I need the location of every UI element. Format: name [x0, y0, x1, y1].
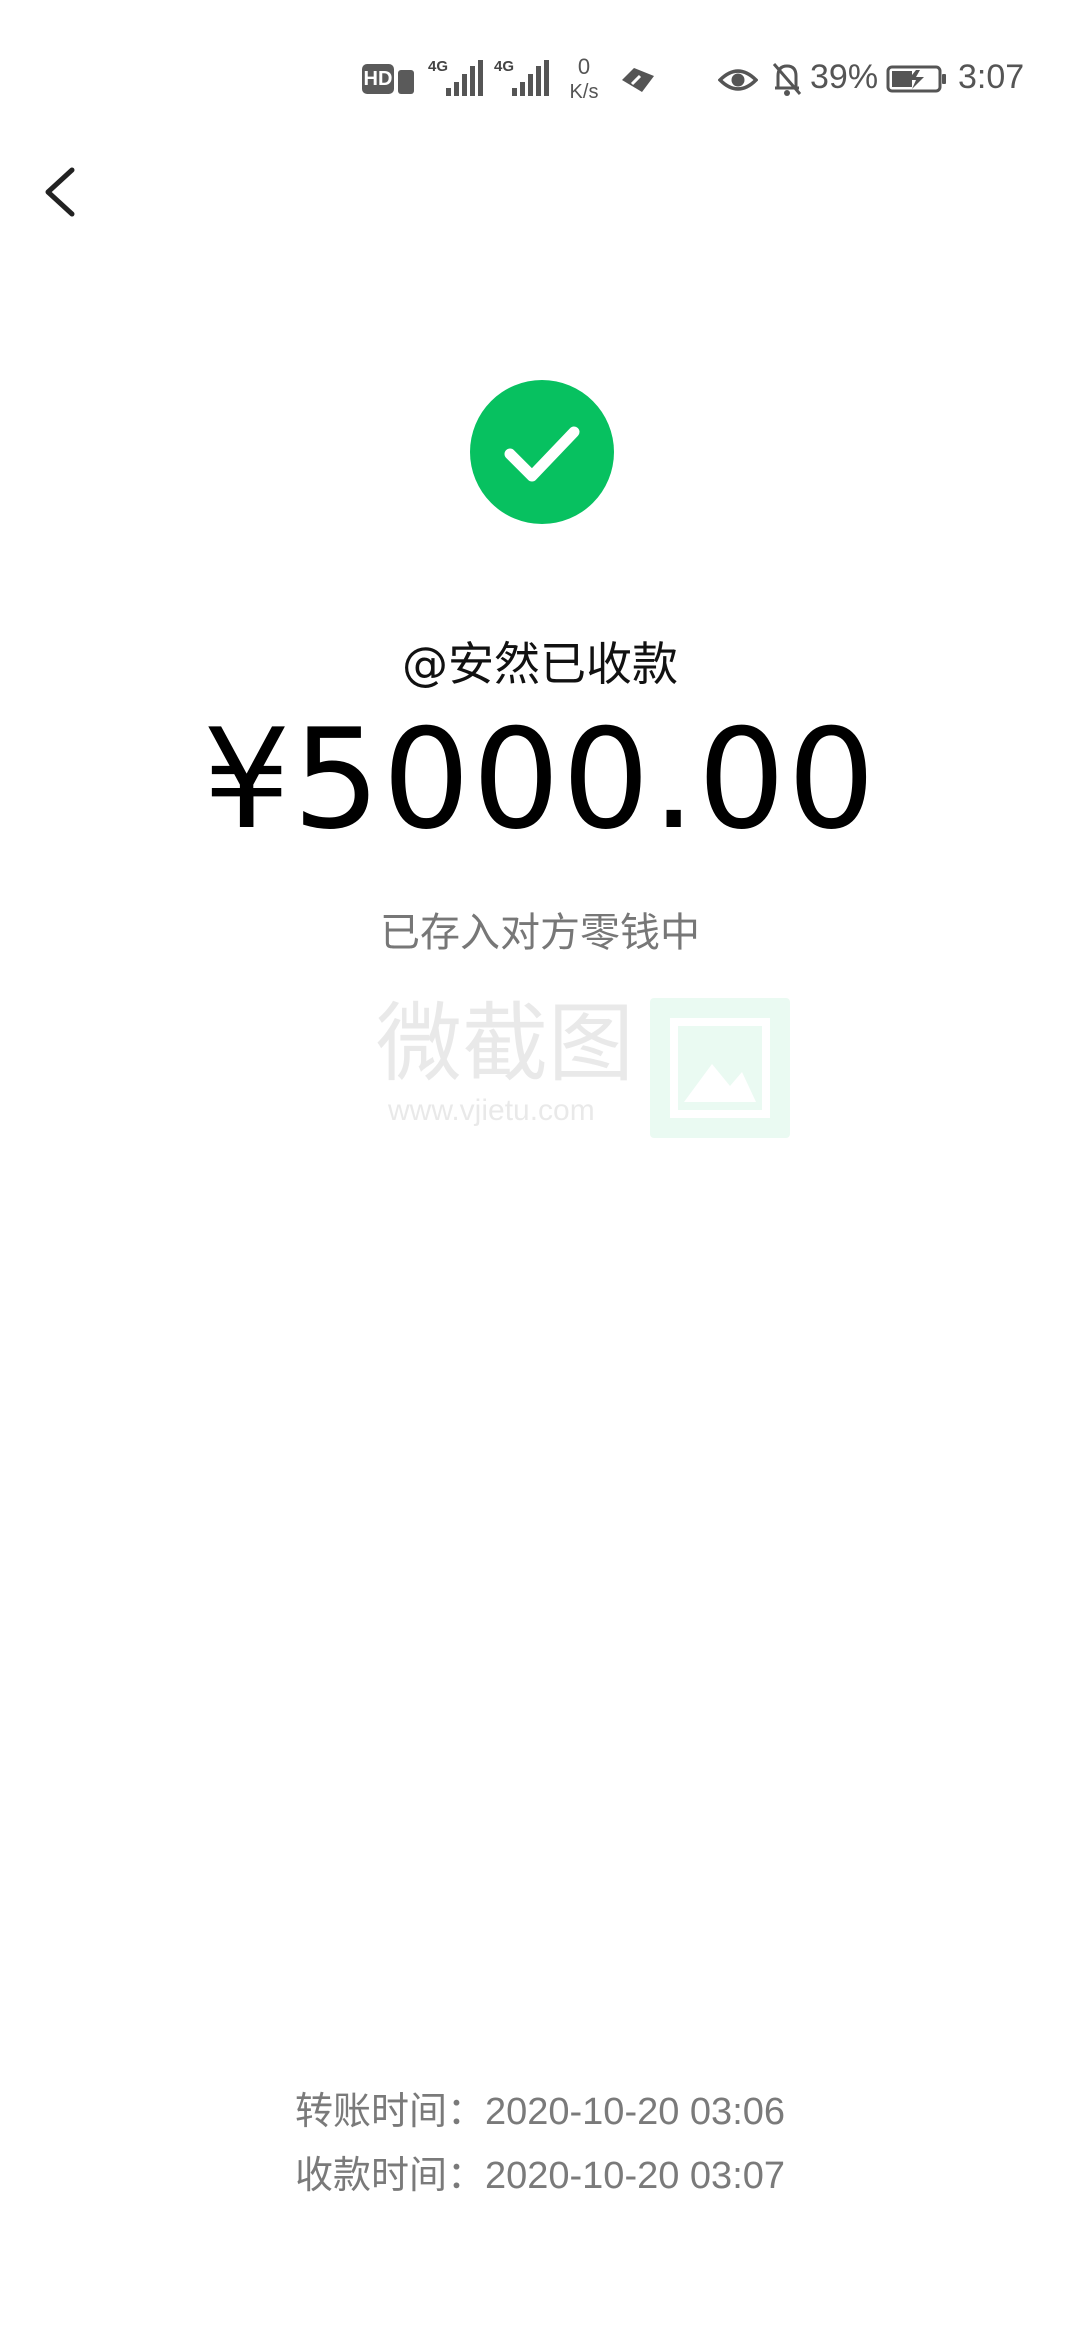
watermark-logo-icon	[650, 998, 790, 1138]
net-speed-unit: K/s	[569, 81, 599, 103]
battery-percentage: 39%	[810, 58, 879, 96]
watermark-text: 微截图	[376, 994, 634, 1094]
nfc-icon	[622, 68, 654, 92]
check-circle-icon	[470, 380, 614, 524]
watermark: 微截图 www.vjietu.com	[376, 994, 796, 1140]
transfer-amount: ¥5000.00	[202, 699, 878, 860]
image-frame-icon	[670, 1018, 770, 1118]
receive-time-value: 2020-10-20 03:07	[484, 2155, 786, 2197]
deposit-note: 已存入对方零钱中	[380, 910, 700, 956]
net-speed-value: 0	[577, 54, 591, 79]
signal-1-label: 4G	[428, 58, 449, 75]
payee-received-text: @安然已收款	[402, 637, 678, 691]
back-button[interactable]	[36, 160, 84, 224]
signal-2-label: 4G	[494, 58, 515, 75]
transfer-time-value: 2020-10-20 03:06	[484, 2091, 786, 2133]
transfer-time-label: 转账时间：	[294, 2091, 485, 2133]
signal-icon-2: 4G	[494, 58, 552, 98]
transaction-times: 转账时间：2020-10-20 03:06 收款时间：2020-10-20 03…	[0, 2080, 1080, 2208]
checkmark-icon	[504, 426, 580, 482]
status-clock: 3:07	[958, 58, 1025, 96]
sim-icon	[398, 70, 414, 94]
receive-time-label: 收款时间：	[294, 2155, 485, 2197]
net-speed: 0 K/s	[560, 54, 608, 104]
eye-icon	[718, 69, 758, 91]
hd-voice-badge: HD	[362, 64, 394, 94]
watermark-url: www.vjietu.com	[388, 1094, 595, 1127]
battery-charging-icon	[886, 65, 946, 93]
bell-off-icon	[772, 63, 802, 96]
signal-icon-1: 4G	[428, 58, 486, 98]
transfer-time-row: 转账时间：2020-10-20 03:06	[0, 2080, 1080, 2144]
chevron-left-icon	[45, 167, 75, 217]
receive-time-row: 收款时间：2020-10-20 03:07	[0, 2144, 1080, 2208]
status-bar: HD 4G 4G 0 K/s 39% 3:07	[0, 0, 1080, 160]
